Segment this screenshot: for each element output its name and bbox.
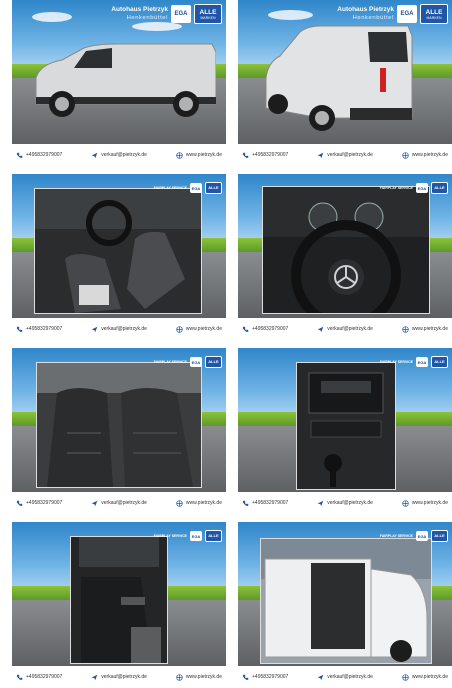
globe-icon [176, 151, 183, 159]
interior-photo [262, 186, 430, 314]
phone-icon [16, 326, 23, 332]
contact-bar: +495832979007 verkauf@pietrzyk.de www.pi… [238, 496, 452, 510]
phone-icon [16, 152, 23, 158]
dealer-logo: FAIRPLAY SERVICE EGA ALLE [154, 177, 222, 199]
interior-photo [70, 536, 168, 664]
contact-bar: +495832979007 verkauf@pietrzyk.de www.pi… [238, 148, 452, 162]
phone-icon [242, 674, 249, 680]
gallery-photo-4[interactable]: FAIRPLAY SERVICE EGA ALLE +495832979007 … [238, 174, 452, 340]
send-icon [91, 152, 98, 158]
gallery-photo-5[interactable]: FAIRPLAY SERVICE EGA ALLE +495832979007 … [12, 348, 226, 514]
globe-icon [402, 499, 409, 507]
globe-icon [176, 673, 183, 681]
van-photo [260, 538, 432, 664]
dealer-logo: FAIRPLAY SERVICE EGA ALLE [380, 525, 448, 547]
send-icon [317, 674, 324, 680]
gallery-photo-6[interactable]: FAIRPLAY SERVICE EGA ALLE +495832979007 … [238, 348, 452, 514]
dealer-logo: Autohaus Pietrzyk Henkenbüttel EGA ALLE MA… [111, 3, 222, 25]
dealer-logo: FAIRPLAY SERVICE EGA ALLE [380, 351, 448, 373]
phone-icon [16, 674, 23, 680]
dealer-logo: FAIRPLAY SERVICE EGA ALLE [154, 525, 222, 547]
contact-bar: +495832979007 verkauf@pietrzyk.de www.pi… [12, 670, 226, 684]
globe-icon [402, 325, 409, 333]
van-image [265, 25, 413, 131]
phone-icon [242, 152, 249, 158]
send-icon [91, 674, 98, 680]
dealer-logo: Autohaus Pietrzyk Henkenbüttel EGA ALLE MA… [337, 3, 448, 25]
send-icon [317, 500, 324, 506]
contact-bar: +495832979007 verkauf@pietrzyk.de www.pi… [12, 322, 226, 336]
globe-icon [176, 499, 183, 507]
dealer-logo: FAIRPLAY SERVICE EGA ALLE [154, 351, 222, 373]
send-icon [317, 326, 324, 332]
interior-photo [296, 362, 396, 490]
contact-bar: +495832979007 verkauf@pietrzyk.de www.pi… [238, 322, 452, 336]
globe-icon [402, 673, 409, 681]
send-icon [91, 326, 98, 332]
gallery-photo-7[interactable]: FAIRPLAY SERVICE EGA ALLE +495832979007 … [12, 522, 226, 688]
contact-bar: +495832979007 verkauf@pietrzyk.de www.pi… [12, 148, 226, 162]
gallery-photo-8[interactable]: FAIRPLAY SERVICE EGA ALLE +495832979007 … [238, 522, 452, 688]
contact-bar: +495832979007 verkauf@pietrzyk.de www.pi… [238, 670, 452, 684]
globe-icon [402, 151, 409, 159]
gallery-photo-1[interactable]: Autohaus Pietrzyk Henkenbüttel EGA ALLE MA… [12, 0, 226, 166]
van-image [35, 43, 216, 117]
globe-icon [176, 325, 183, 333]
interior-photo [34, 188, 202, 314]
dealer-logo: FAIRPLAY SERVICE EGA ALLE [380, 177, 448, 199]
phone-icon [16, 500, 23, 506]
gallery-photo-3[interactable]: FAIRPLAY SERVICE EGA ALLE +495832979007 … [12, 174, 226, 340]
phone-icon [242, 326, 249, 332]
contact-bar: +495832979007 verkauf@pietrzyk.de www.pi… [12, 496, 226, 510]
interior-photo [36, 362, 202, 488]
gallery-photo-2[interactable]: Autohaus Pietrzyk Henkenbüttel EGA ALLE MA… [238, 0, 452, 166]
send-icon [91, 500, 98, 506]
phone-icon [242, 500, 249, 506]
send-icon [317, 152, 324, 158]
photo-gallery: Autohaus Pietrzyk Henkenbüttel EGA ALLE MA… [0, 0, 452, 688]
